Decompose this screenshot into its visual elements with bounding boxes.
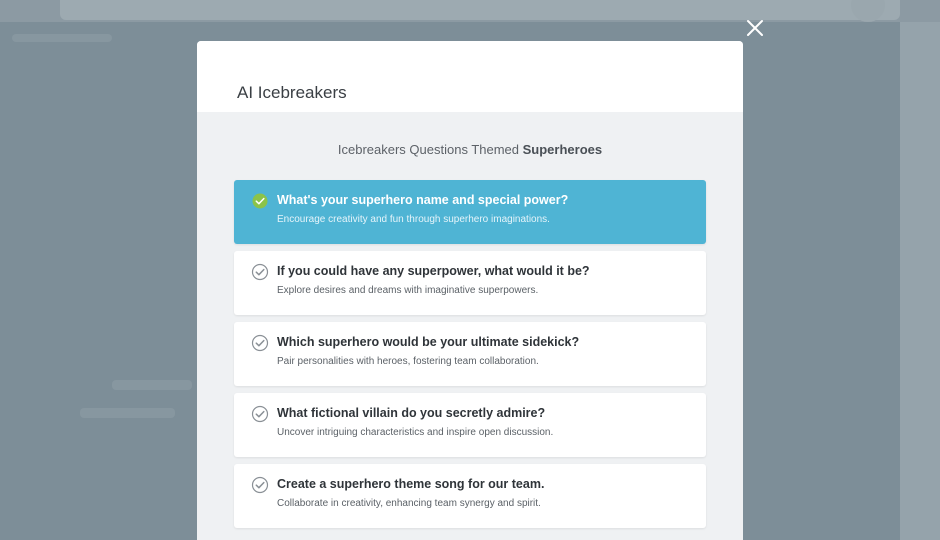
question-card[interactable]: What's your superhero name and special p… bbox=[234, 180, 706, 244]
modal-subtitle: Icebreakers Questions Themed Superheroes bbox=[234, 142, 706, 157]
background-right-rail bbox=[900, 22, 940, 540]
modal-body: Icebreakers Questions Themed Superheroes… bbox=[197, 112, 743, 528]
background-topbar bbox=[0, 0, 940, 22]
question-description: Collaborate in creativity, enhancing tea… bbox=[277, 498, 541, 509]
question-description: Explore desires and dreams with imaginat… bbox=[277, 285, 539, 296]
question-list: What's your superhero name and special p… bbox=[234, 180, 706, 528]
question-card[interactable]: Which superhero would be your ultimate s… bbox=[234, 322, 706, 386]
question-text: What's your superhero name and special p… bbox=[277, 193, 569, 207]
check-circle-icon bbox=[251, 334, 269, 352]
question-description: Pair personalities with heroes, fosterin… bbox=[277, 356, 539, 367]
question-description: Encourage creativity and fun through sup… bbox=[277, 214, 550, 225]
question-text: Which superhero would be your ultimate s… bbox=[277, 335, 580, 349]
question-card[interactable]: Create a superhero theme song for our te… bbox=[234, 464, 706, 528]
question-text: What fictional villain do you secretly a… bbox=[277, 406, 546, 420]
check-circle-icon bbox=[251, 476, 269, 494]
close-button[interactable] bbox=[744, 17, 766, 39]
question-description: Uncover intriguing characteristics and i… bbox=[277, 427, 554, 438]
modal-title: AI Icebreakers bbox=[237, 83, 347, 102]
question-text: Create a superhero theme song for our te… bbox=[277, 477, 545, 491]
question-card[interactable]: What fictional villain do you secretly a… bbox=[234, 393, 706, 457]
question-card[interactable]: If you could have any superpower, what w… bbox=[234, 251, 706, 315]
question-text: If you could have any superpower, what w… bbox=[277, 264, 590, 278]
subtitle-prefix: Icebreakers Questions Themed bbox=[337, 142, 523, 157]
icebreakers-modal: AI Icebreakers Icebreakers Questions The… bbox=[197, 41, 743, 540]
close-icon bbox=[747, 20, 763, 36]
subtitle-theme: Superheroes bbox=[522, 142, 603, 157]
modal-header: AI Icebreakers bbox=[197, 41, 743, 112]
check-circle-icon bbox=[251, 263, 269, 281]
check-circle-icon bbox=[251, 405, 269, 423]
check-circle-icon bbox=[252, 193, 268, 209]
